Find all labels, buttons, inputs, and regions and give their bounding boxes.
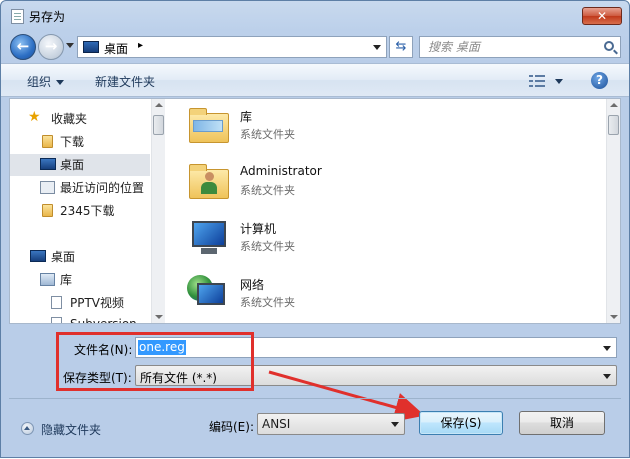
recent-places-icon — [40, 181, 55, 194]
file-list-scrollbar[interactable] — [606, 99, 620, 323]
refresh-icon: ⇆ — [395, 39, 407, 54]
library-folder-icon — [187, 105, 231, 147]
encoding-select[interactable]: ANSI — [257, 413, 405, 435]
nav-item-downloads[interactable]: 下载 — [10, 131, 150, 153]
arrow-left-icon: ← — [16, 37, 30, 55]
scroll-up-icon[interactable] — [610, 103, 618, 107]
scrollbar-thumb[interactable] — [153, 115, 164, 135]
history-dropdown-icon[interactable] — [66, 43, 74, 48]
file-item-computer[interactable]: 计算机 系统文件夹 — [187, 217, 587, 265]
document-icon — [51, 296, 62, 309]
window-title: 另存为 — [29, 10, 66, 24]
organize-label: 组织 — [27, 75, 52, 89]
search-box[interactable] — [419, 36, 621, 58]
desktop-icon — [83, 41, 99, 53]
search-input[interactable] — [428, 40, 588, 54]
help-icon[interactable]: ? — [591, 72, 608, 89]
navigation-bar: ← → 桌面 ▸ ⇆ — [1, 31, 629, 63]
chevron-down-icon — [56, 80, 65, 85]
nav-item-desktop-root[interactable]: 桌面 — [10, 246, 150, 268]
refresh-button[interactable]: ⇆ — [389, 36, 413, 58]
forward-button[interactable]: → — [38, 34, 64, 60]
chevron-down-icon[interactable] — [603, 346, 611, 351]
nav-item-libraries[interactable]: 库 — [10, 269, 150, 291]
user-folder-icon — [187, 161, 231, 203]
address-bar[interactable]: 桌面 ▸ — [77, 36, 387, 58]
nav-item-recent-places[interactable]: 最近访问的位置 — [10, 177, 150, 199]
address-dropdown-icon[interactable] — [373, 45, 381, 50]
folder-icon — [42, 135, 53, 148]
arrow-right-icon: → — [44, 37, 58, 55]
organize-button[interactable]: 组织 — [27, 73, 65, 90]
computer-icon — [187, 217, 231, 259]
collapse-up-icon — [21, 422, 34, 435]
nav-item-2345-downloads[interactable]: 2345下载 — [10, 200, 150, 222]
change-view-icon[interactable] — [529, 74, 545, 88]
folder-icon — [42, 204, 53, 217]
address-path[interactable]: 桌面 — [104, 40, 128, 57]
save-as-dialog: 另存为 ✕ ← → 桌面 ▸ ⇆ 组织 新建文件夹 ? — [0, 0, 630, 458]
browser-panes: ★ 收藏夹 下载 桌面 最近访问的位置 2345下载 桌面 库 PPTV视频 库… — [9, 98, 621, 324]
title-bar: 另存为 ✕ — [1, 1, 629, 31]
cancel-button[interactable]: 取消 — [519, 411, 605, 435]
highlight-box — [56, 332, 254, 391]
search-icon[interactable] — [604, 41, 614, 51]
file-item-administrator[interactable]: Administrator 系统文件夹 — [187, 161, 587, 209]
desktop-icon — [30, 250, 46, 262]
scroll-up-icon[interactable] — [155, 103, 163, 107]
scroll-down-icon[interactable] — [610, 315, 618, 319]
library-icon — [40, 273, 55, 286]
chevron-down-icon[interactable] — [391, 422, 399, 427]
network-icon — [187, 273, 231, 315]
nav-item-desktop[interactable]: 桌面 — [10, 154, 150, 176]
chevron-down-icon[interactable] — [603, 374, 611, 379]
file-item-libraries[interactable]: 库 系统文件夹 — [187, 105, 587, 153]
save-button[interactable]: 保存(S) — [419, 411, 503, 435]
encoding-label: 编码(E): — [209, 420, 254, 434]
new-folder-button[interactable]: 新建文件夹 — [95, 73, 155, 90]
nav-item-favorites[interactable]: ★ 收藏夹 — [10, 108, 150, 130]
view-dropdown-icon[interactable] — [555, 79, 563, 84]
file-item-network[interactable]: 网络 系统文件夹 — [187, 273, 587, 321]
footer-divider — [9, 398, 621, 399]
navigation-pane: ★ 收藏夹 下载 桌面 最近访问的位置 2345下载 桌面 库 PPTV视频 — [10, 99, 165, 323]
notepad-icon — [11, 9, 24, 24]
encoding-value: ANSI — [262, 417, 291, 431]
desktop-icon — [40, 158, 56, 170]
scrollbar-thumb[interactable] — [608, 115, 619, 135]
breadcrumb-chevron-icon[interactable]: ▸ — [138, 40, 143, 51]
back-button[interactable]: ← — [10, 34, 36, 60]
nav-pane-scrollbar[interactable] — [151, 99, 165, 323]
command-toolbar: 组织 新建文件夹 ? — [1, 63, 629, 97]
document-icon — [51, 317, 62, 323]
file-list: 库 系统文件夹 Administrator 系统文件夹 计算机 系统文件夹 网络… — [167, 99, 620, 323]
scroll-down-icon[interactable] — [155, 315, 163, 319]
close-button[interactable]: ✕ — [582, 7, 622, 25]
nav-item-subversion[interactable]: Subversion — [10, 313, 150, 323]
nav-item-pptv-video[interactable]: PPTV视频 — [10, 292, 150, 314]
star-icon: ★ — [28, 109, 41, 125]
